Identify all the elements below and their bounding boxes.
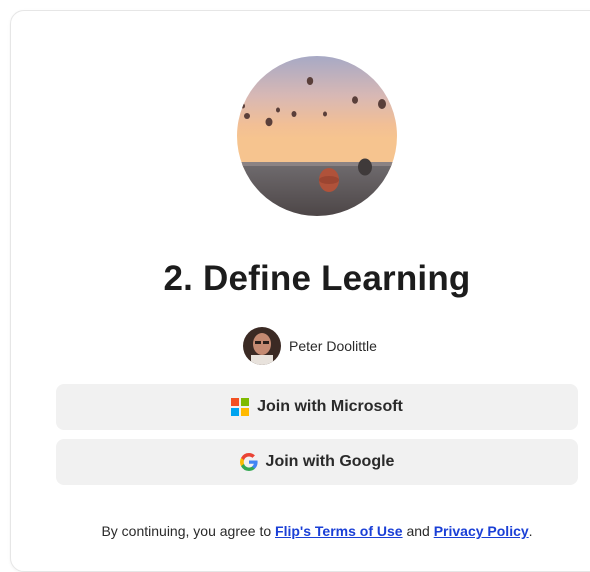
microsoft-button-label: Join with Microsoft	[257, 398, 403, 415]
join-with-google-button[interactable]: Join with Google	[56, 439, 578, 485]
join-with-microsoft-button[interactable]: Join with Microsoft	[56, 384, 578, 430]
terms-of-use-link[interactable]: Flip's Terms of Use	[275, 523, 403, 539]
author-name[interactable]: Peter Doolittle	[289, 338, 377, 354]
page-title: 2. Define Learning	[163, 259, 471, 298]
legal-suffix: .	[528, 523, 533, 539]
legal-notice: By continuing, you agree to Flip's Terms…	[11, 523, 590, 539]
google-button-label: Join with Google	[265, 453, 395, 470]
cover-image	[237, 56, 397, 216]
privacy-policy-link[interactable]: Privacy Policy	[434, 523, 529, 539]
avatar	[243, 327, 281, 365]
google-logo-icon	[239, 453, 258, 471]
user-avatar-photo	[243, 327, 281, 365]
microsoft-logo-icon	[231, 398, 250, 416]
join-card: 2. Define Learning Peter Doolittle Join …	[10, 10, 590, 572]
author-row: Peter Doolittle	[243, 327, 377, 365]
legal-middle: and	[406, 523, 430, 539]
legal-prefix: By continuing, you agree to	[101, 523, 272, 539]
hot-air-balloons-photo	[237, 56, 397, 216]
